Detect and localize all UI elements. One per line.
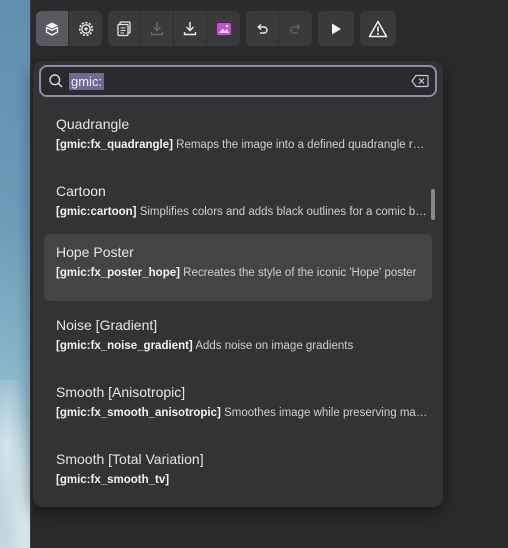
item-command: [gmic:fx_poster_hope]	[56, 267, 180, 279]
item-description: [gmic:fx_quadrangle] Remaps the image in…	[56, 138, 428, 152]
search-box: gmic:	[39, 65, 437, 97]
undo-button[interactable]	[246, 11, 279, 46]
clear-input-icon[interactable]	[411, 74, 429, 88]
background-sky-image	[0, 0, 34, 548]
list-item-highlighted[interactable]: Hope Poster [gmic:fx_poster_hope] Recrea…	[44, 234, 432, 301]
item-description: [gmic:fx_smooth_tv]	[56, 473, 428, 487]
clipboard-copy-icon	[116, 21, 131, 37]
item-title: Cartoon	[56, 183, 106, 199]
item-title: Smooth [Anisotropic]	[56, 384, 186, 400]
item-title: Quadrangle	[56, 116, 130, 132]
item-command: [gmic:fx_smooth_tv]	[56, 474, 170, 486]
toolbar-group-file	[108, 11, 240, 46]
item-desc-text: Smoothes image while preserving main ed.…	[224, 407, 428, 419]
settings-button[interactable]	[69, 11, 102, 46]
run-button[interactable]	[318, 11, 354, 46]
list-item[interactable]: Noise [Gradient] [gmic:fx_noise_gradient…	[44, 307, 432, 374]
toolbar-group-layers	[36, 11, 102, 46]
redo-disabled-icon	[289, 23, 301, 34]
image-icon	[216, 22, 231, 35]
search-input[interactable]	[41, 67, 435, 95]
list-item[interactable]: Cartoon [gmic:cartoon] Simplifies colors…	[44, 173, 432, 240]
import-button-disabled[interactable]	[141, 11, 174, 46]
item-title: Noise [Gradient]	[56, 317, 158, 333]
layer-cube-icon	[45, 22, 59, 36]
item-command: [gmic:fx_quadrangle]	[56, 139, 173, 151]
item-command: [gmic:cartoon]	[56, 206, 137, 218]
item-desc-text: Adds noise on image gradients	[195, 340, 354, 352]
undo-icon	[257, 23, 268, 34]
warning-button[interactable]	[360, 11, 396, 46]
item-desc-text: Remaps the image into a defined quadrang…	[176, 139, 428, 151]
redo-button-disabled[interactable]	[279, 11, 312, 46]
item-description: [gmic:fx_noise_gradient] Adds noise on i…	[56, 339, 428, 353]
item-title: Smooth [Total Variation]	[56, 451, 204, 467]
list-item[interactable]: Quadrangle [gmic:fx_quadrangle] Remaps t…	[44, 106, 432, 173]
image-button[interactable]	[207, 11, 240, 46]
results-scrollbar[interactable]	[431, 189, 435, 220]
item-description: [gmic:fx_poster_hope] Recreates the styl…	[56, 266, 428, 280]
toolbar-group-history	[246, 11, 312, 46]
filter-search-popup: gmic: Quadrangle [gmic:fx_quadrangle] Re…	[33, 61, 443, 507]
item-description: [gmic:fx_smooth_anisotropic] Smoothes im…	[56, 406, 428, 420]
list-item[interactable]: Smooth [Anisotropic] [gmic:fx_smooth_ani…	[44, 374, 432, 441]
toolbar-group-run	[318, 11, 354, 46]
item-desc-text: Recreates the style of the iconic 'Hope'…	[183, 267, 417, 279]
layers-button[interactable]	[36, 11, 69, 46]
warning-icon	[368, 20, 388, 37]
toolbar-group-warning	[360, 11, 396, 46]
play-icon	[332, 23, 341, 34]
download-icon	[183, 22, 197, 36]
list-item[interactable]: Smooth [Total Variation] [gmic:fx_smooth…	[44, 441, 432, 507]
item-command: [gmic:fx_smooth_anisotropic]	[56, 407, 221, 419]
item-description: [gmic:cartoon] Simplifies colors and add…	[56, 205, 428, 219]
item-command: [gmic:fx_noise_gradient]	[56, 340, 193, 352]
settings-gear-icon	[78, 21, 93, 36]
item-title: Hope Poster	[56, 244, 134, 260]
item-desc-text: Simplifies colors and adds black outline…	[139, 206, 428, 218]
toolbar	[36, 11, 396, 46]
copy-button[interactable]	[108, 11, 141, 46]
download-disabled-icon	[150, 22, 164, 36]
export-button[interactable]	[174, 11, 207, 46]
